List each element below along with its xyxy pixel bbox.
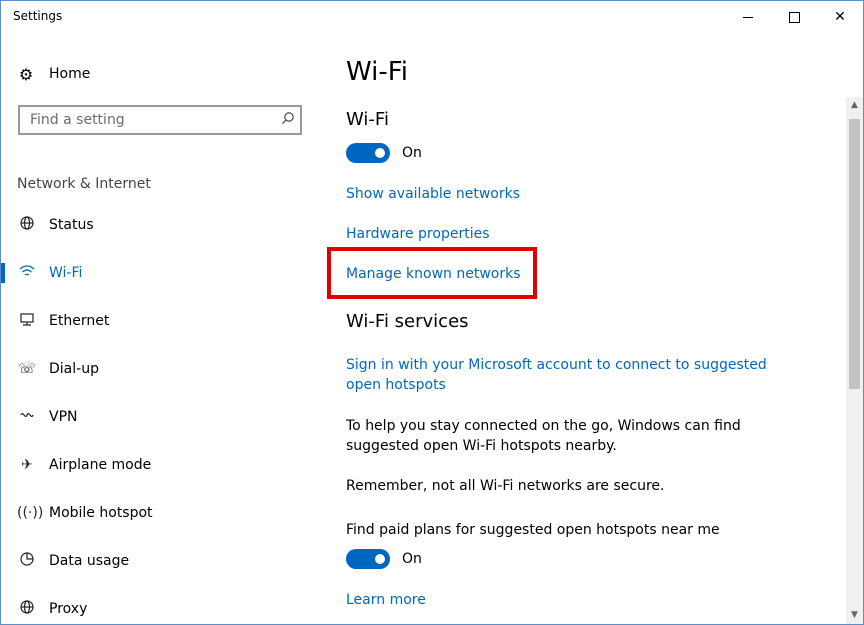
vertical-scrollbar[interactable]: ▲ ▼ xyxy=(846,97,863,624)
close-button[interactable]: ✕ xyxy=(817,1,863,33)
paid-plans-label: Find paid plans for suggested open hotsp… xyxy=(346,522,720,538)
sidebar-item-wifi[interactable]: Wi-Fi xyxy=(1,253,301,293)
toggle-knob xyxy=(375,148,385,158)
wifi-services-heading: Wi-Fi services xyxy=(346,311,469,332)
scroll-down-icon[interactable]: ▼ xyxy=(846,607,863,624)
wifi-icon xyxy=(17,264,37,282)
remember-text: Remember, not all Wi-Fi networks are sec… xyxy=(346,478,665,494)
page-title: Wi-Fi xyxy=(346,57,409,87)
wifi-heading: Wi-Fi xyxy=(346,109,389,130)
learn-more-link[interactable]: Learn more xyxy=(346,590,426,610)
data-usage-icon xyxy=(17,551,37,571)
sidebar-item-hotspot[interactable]: ((·)) Mobile hotspot xyxy=(1,493,301,533)
help-text: To help you stay connected on the go, Wi… xyxy=(346,418,741,454)
hotspot-icon: ((·)) xyxy=(17,505,44,521)
window-title: Settings xyxy=(13,9,63,23)
section-title: Network & Internet xyxy=(17,176,151,192)
airplane-icon: ✈ xyxy=(21,457,33,473)
paid-plans-toggle-state: On xyxy=(402,551,422,567)
close-icon: ✕ xyxy=(834,9,846,25)
vpn-icon xyxy=(17,409,37,425)
scrollbar-thumb[interactable] xyxy=(849,119,860,389)
sidebar-item-label: Airplane mode xyxy=(49,457,152,473)
sidebar-item-label: Dial-up xyxy=(49,361,99,377)
hardware-properties-link[interactable]: Hardware properties xyxy=(346,224,490,244)
status-icon xyxy=(17,215,37,235)
paid-plans-toggle-row: On xyxy=(346,548,422,570)
sidebar-item-label: Data usage xyxy=(49,553,130,569)
search-icon[interactable] xyxy=(276,111,300,129)
sidebar-item-dialup[interactable]: ☏ Dial-up xyxy=(1,349,301,389)
globe-icon xyxy=(17,599,37,619)
sidebar-item-status[interactable]: Status xyxy=(1,205,301,245)
maximize-button[interactable] xyxy=(771,1,817,33)
sidebar-item-label: Wi-Fi xyxy=(49,265,83,281)
sidebar-item-label: Proxy xyxy=(49,601,88,617)
wifi-toggle[interactable] xyxy=(346,143,390,163)
ethernet-icon xyxy=(17,311,37,331)
search-placeholder: Find a setting xyxy=(30,112,125,128)
minimize-button[interactable] xyxy=(725,1,771,33)
settings-window: Settings ✕ ⚙ Home Find a setting Network… xyxy=(0,0,864,625)
sidebar-item-vpn[interactable]: VPN xyxy=(1,397,301,437)
search-input[interactable]: Find a setting xyxy=(18,105,302,135)
sidebar-item-label: Status xyxy=(49,217,94,233)
show-available-networks-link[interactable]: Show available networks xyxy=(346,184,520,204)
minimize-icon xyxy=(743,16,753,18)
scroll-up-icon[interactable]: ▲ xyxy=(846,97,863,114)
dialup-icon: ☏ xyxy=(18,361,36,377)
toggle-knob xyxy=(375,554,385,564)
wifi-toggle-state: On xyxy=(402,145,422,161)
maximize-icon xyxy=(788,11,800,23)
sidebar-item-label: VPN xyxy=(49,409,78,425)
highlight-box xyxy=(327,247,537,299)
sidebar-item-airplane[interactable]: ✈ Airplane mode xyxy=(1,445,301,485)
paid-plans-toggle[interactable] xyxy=(346,549,390,569)
sidebar-item-label: Ethernet xyxy=(49,313,110,329)
sidebar-item-proxy[interactable]: Proxy xyxy=(1,589,301,624)
sign-in-link[interactable]: Sign in with your Microsoft account to c… xyxy=(346,355,806,395)
title-bar: Settings ✕ xyxy=(1,1,863,33)
home-label: Home xyxy=(49,66,91,82)
wifi-toggle-row: On xyxy=(346,142,422,164)
gear-icon: ⚙ xyxy=(18,64,34,84)
sidebar-item-data-usage[interactable]: Data usage xyxy=(1,541,301,581)
sidebar-item-ethernet[interactable]: Ethernet xyxy=(1,301,301,341)
active-indicator xyxy=(1,263,5,283)
sidebar-item-label: Mobile hotspot xyxy=(49,505,153,521)
home-nav-item[interactable]: ⚙ Home xyxy=(17,61,91,87)
